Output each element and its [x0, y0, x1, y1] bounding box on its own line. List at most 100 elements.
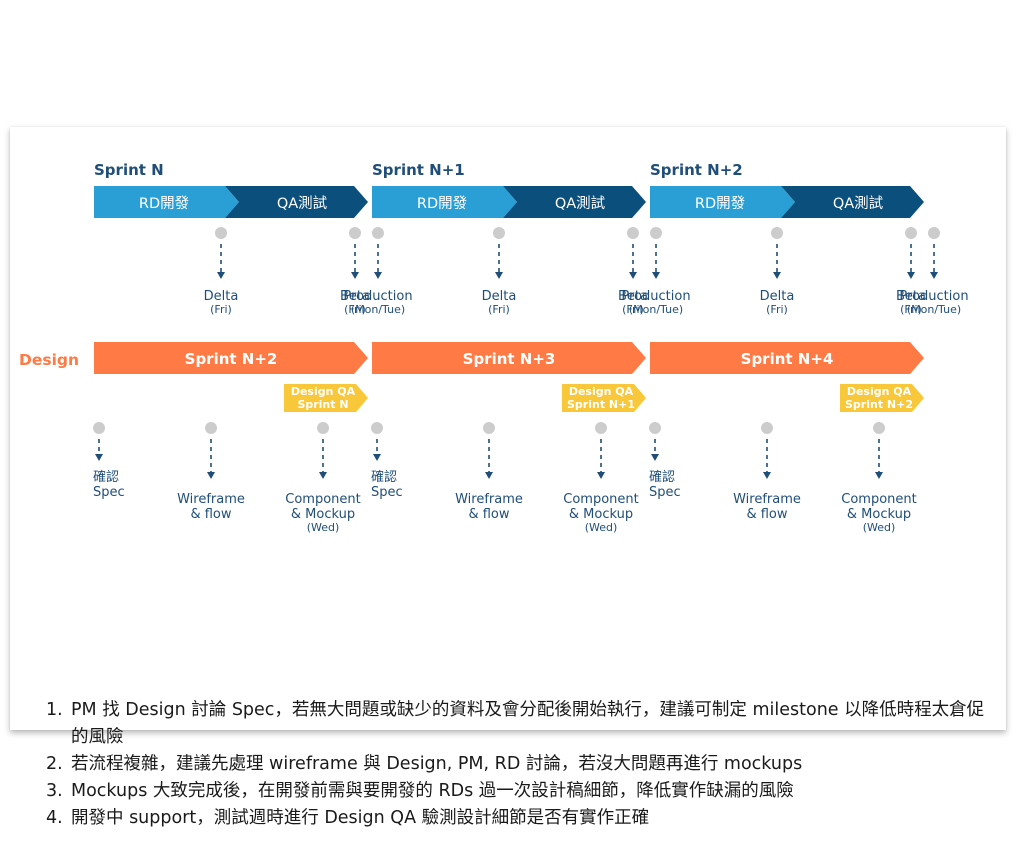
milestone-dot	[928, 227, 940, 239]
design-step-dot	[595, 422, 607, 434]
note-item: 4. 開發中 support，測試週時進行 Design QA 驗測設計細節是否…	[46, 805, 996, 832]
design-step-arrowhead	[95, 454, 103, 461]
sprint-timeline-diagram: Sprint NRD開發 QA測試Delta(Fri)Beta(Fri)Produ…	[19, 161, 969, 534]
note-item: 1. PM 找 Design 討論 Spec，若無大問題或缺少的資料及會分配後開…	[46, 697, 996, 751]
design-step-dot	[761, 422, 773, 434]
design-step-dot	[371, 422, 383, 434]
qa-phase-label: QA測試	[555, 195, 606, 212]
milestone-arrowhead	[652, 272, 660, 279]
milestone-date: (Mon/Tue)	[351, 303, 405, 316]
note-text: 開發中 support，測試週時進行 Design QA 驗測設計細節是否有實作…	[71, 808, 650, 828]
design-step-arrowhead	[763, 472, 771, 479]
note-number: 4.	[46, 808, 63, 828]
note-text: 若流程複雜，建議先處理 wireframe 與 Design, PM, RD 討…	[71, 754, 803, 774]
step-label: Spec	[93, 485, 125, 500]
step-label: & Mockup	[569, 507, 633, 522]
design-qa-label: Design QA	[847, 385, 912, 398]
milestone-date: (Mon/Tue)	[629, 303, 683, 316]
design-step-arrowhead	[373, 454, 381, 461]
design-step-dot	[483, 422, 495, 434]
milestone-arrowhead	[629, 272, 637, 279]
step-label: 確認	[371, 469, 397, 485]
design-qa-sprint: Sprint N	[297, 398, 348, 411]
design-row-label: Design	[19, 351, 79, 369]
step-label: Component	[285, 492, 360, 507]
note-number: 3.	[46, 781, 63, 801]
notes-list: 1. PM 找 Design 討論 Spec，若無大問題或缺少的資料及會分配後開…	[46, 697, 996, 832]
note-number: 1.	[46, 700, 63, 720]
step-label: & flow	[468, 507, 509, 522]
step-label: & flow	[746, 507, 787, 522]
milestone-arrowhead	[351, 272, 359, 279]
design-sprint-title: Sprint N+2	[185, 350, 278, 368]
step-date: (Wed)	[585, 521, 618, 534]
qa-phase-label: QA測試	[833, 195, 884, 212]
note-text: Mockups 大致完成後，在開發前需與要開發的 RDs 過一次設計稿細節，降低…	[71, 781, 794, 801]
sprint-title: Sprint N+1	[372, 161, 465, 179]
step-label: Component	[563, 492, 638, 507]
milestone-arrowhead	[495, 272, 503, 279]
milestone-date: (Mon/Tue)	[907, 303, 961, 316]
step-label: & Mockup	[291, 507, 355, 522]
sprint-title: Sprint N+2	[650, 161, 743, 179]
step-label: Wireframe	[733, 492, 801, 507]
milestone-dot	[349, 227, 361, 239]
note-item: 2. 若流程複雜，建議先處理 wireframe 與 Design, PM, R…	[46, 751, 996, 778]
design-sprint-title: Sprint N+3	[463, 350, 556, 368]
note-text: PM 找 Design 討論 Spec，若無大問題或缺少的資料及會分配後開始執行…	[71, 700, 985, 747]
note-item: 3. Mockups 大致完成後，在開發前需與要開發的 RDs 過一次設計稿細節…	[46, 778, 996, 805]
step-label: 確認	[649, 469, 675, 485]
milestone-arrowhead	[374, 272, 382, 279]
sprint-title: Sprint N	[94, 161, 164, 179]
milestone-arrowhead	[217, 272, 225, 279]
milestone-dot	[215, 227, 227, 239]
milestone-arrowhead	[930, 272, 938, 279]
design-sprint-title: Sprint N+4	[741, 350, 834, 368]
rd-phase-label: RD開發	[139, 195, 189, 212]
step-label: Wireframe	[455, 492, 523, 507]
design-qa-sprint: Sprint N+1	[567, 398, 635, 411]
design-step-dot	[93, 422, 105, 434]
step-label: & flow	[190, 507, 231, 522]
milestone-name: Delta	[760, 289, 795, 304]
milestone-dot	[650, 227, 662, 239]
rd-phase-label: RD開發	[417, 195, 467, 212]
note-number: 2.	[46, 754, 63, 774]
design-step-arrowhead	[875, 472, 883, 479]
milestone-dot	[493, 227, 505, 239]
step-label: Wireframe	[177, 492, 245, 507]
milestone-dot	[771, 227, 783, 239]
step-label: Spec	[649, 485, 681, 500]
milestone-date: (Fri)	[210, 303, 232, 316]
step-date: (Wed)	[863, 521, 896, 534]
design-step-dot	[205, 422, 217, 434]
milestone-arrowhead	[773, 272, 781, 279]
milestone-date: (Fri)	[488, 303, 510, 316]
design-step-arrowhead	[597, 472, 605, 479]
design-qa-label: Design QA	[569, 385, 634, 398]
step-date: (Wed)	[307, 521, 340, 534]
design-qa-label: Design QA	[291, 385, 356, 398]
content-card: Sprint N RD開發 QA測試 Delta (Fri) Beta (Fri) Produ…	[10, 127, 1006, 828]
step-label: Component	[841, 492, 916, 507]
milestone-dot	[627, 227, 639, 239]
milestone-name: Production	[343, 289, 412, 304]
milestone-dot	[372, 227, 384, 239]
design-step-arrowhead	[651, 454, 659, 461]
step-label: Spec	[371, 485, 403, 500]
milestone-dot	[905, 227, 917, 239]
design-step-arrowhead	[319, 472, 327, 479]
milestone-name: Production	[899, 289, 968, 304]
step-label: & Mockup	[847, 507, 911, 522]
milestone-name: Production	[621, 289, 690, 304]
milestone-date: (Fri)	[766, 303, 788, 316]
qa-phase-label: QA測試	[277, 195, 328, 212]
rd-phase-label: RD開發	[695, 195, 745, 212]
milestone-arrowhead	[907, 272, 915, 279]
milestone-name: Delta	[204, 289, 239, 304]
design-qa-sprint: Sprint N+2	[845, 398, 913, 411]
design-step-dot	[649, 422, 661, 434]
design-step-arrowhead	[207, 472, 215, 479]
design-step-arrowhead	[485, 472, 493, 479]
design-step-dot	[317, 422, 329, 434]
